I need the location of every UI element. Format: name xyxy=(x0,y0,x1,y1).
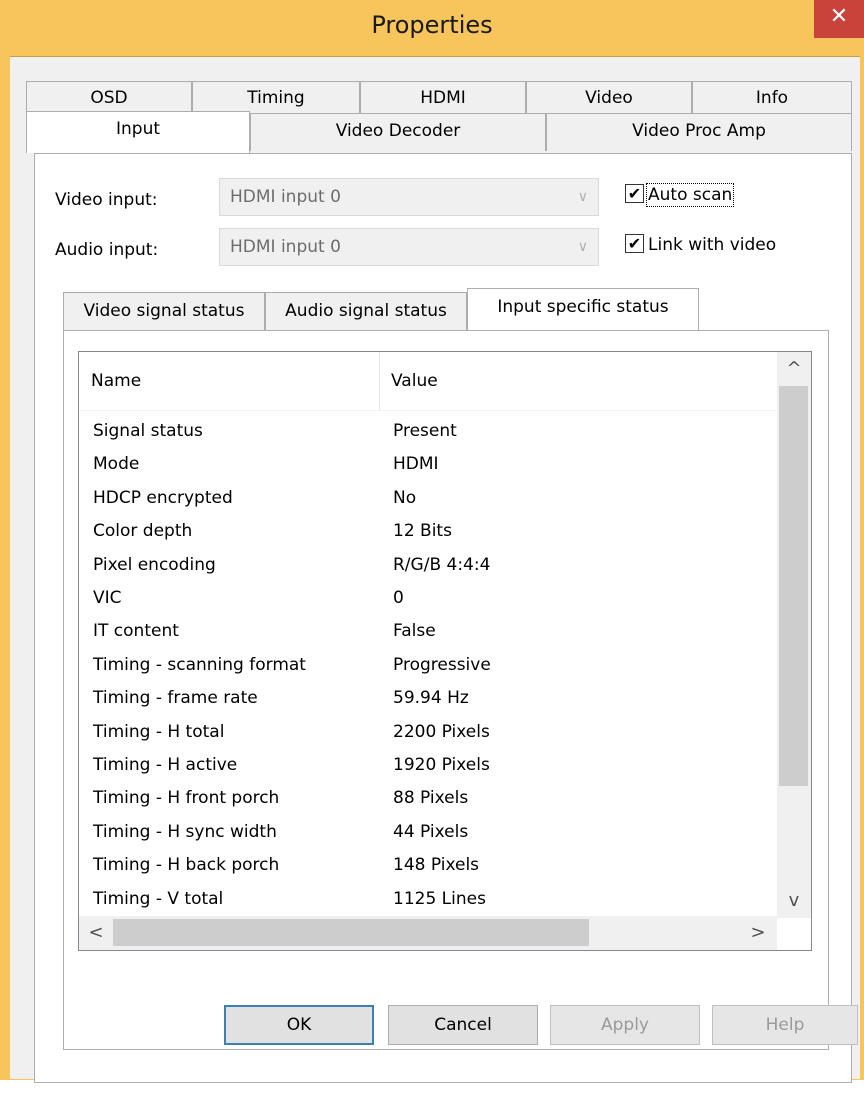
list-item[interactable]: HDCP encrypted No xyxy=(79,481,779,515)
list-item[interactable]: IT content False xyxy=(79,614,779,648)
list-item[interactable]: VIC 0 xyxy=(79,581,779,615)
row-name: Timing - H sync width xyxy=(93,821,277,842)
ok-button[interactable]: OK xyxy=(224,1005,374,1045)
list-item[interactable]: Color depth 12 Bits xyxy=(79,514,779,548)
vertical-scrollbar[interactable]: ^ v xyxy=(777,352,811,918)
row-name: Timing - H back porch xyxy=(93,855,280,876)
checkbox-check-icon: ✔ xyxy=(625,233,644,253)
list-item[interactable]: Timing - V total 1125 Lines xyxy=(79,882,779,916)
link-with-video-label: Link with video xyxy=(648,235,777,255)
scroll-right-icon[interactable]: > xyxy=(741,916,775,950)
row-value: 0 xyxy=(393,588,404,608)
close-icon[interactable]: ✕ xyxy=(814,0,864,38)
apply-button[interactable]: Apply xyxy=(550,1005,700,1045)
tab-osd[interactable]: OSD xyxy=(26,81,192,113)
tab-info[interactable]: Info xyxy=(692,81,852,113)
row-value: 88 Pixels xyxy=(393,788,469,809)
row-value: 1920 Pixels xyxy=(393,755,490,775)
list-header: Name Value xyxy=(79,352,779,411)
audio-input-select[interactable]: HDMI input 0 ∨ xyxy=(219,228,599,266)
checkbox-check-icon: ✔ xyxy=(625,183,644,203)
tab-video-signal-status[interactable]: Video signal status xyxy=(63,292,265,330)
scroll-up-icon[interactable]: ^ xyxy=(777,354,811,384)
list-item[interactable]: Timing - H sync width 44 Pixels xyxy=(79,815,779,849)
row-name: HDCP encrypted xyxy=(93,487,233,508)
column-header-name[interactable]: Name xyxy=(79,352,379,410)
list-item[interactable]: Timing - scanning format Progressive xyxy=(79,648,779,682)
chevron-down-icon: ∨ xyxy=(577,189,588,205)
list-item[interactable]: Pixel encoding R/G/B 4:4:4 xyxy=(79,548,779,582)
list-item[interactable]: Mode HDMI xyxy=(79,447,779,481)
tab-input-specific-status[interactable]: Input specific status xyxy=(467,288,699,330)
row-value: Present xyxy=(393,421,457,441)
vertical-scroll-thumb[interactable] xyxy=(779,386,808,786)
row-value: R/G/B 4:4:4 xyxy=(393,554,491,575)
tab-video-decoder[interactable]: Video Decoder xyxy=(250,113,546,151)
input-tab-panel: Video input: HDMI input 0 ∨ ✔ Auto scan A… xyxy=(34,153,852,1083)
status-list[interactable]: Name Value Signal status Present Mode HDMI H… xyxy=(78,351,812,951)
list-item[interactable]: Timing - H back porch 148 Pixels xyxy=(79,848,779,882)
list-item[interactable]: Timing - H front porch 88 Pixels xyxy=(79,781,779,815)
row-value: 1125 Lines xyxy=(393,888,486,909)
row-value: 2200 Pixels xyxy=(393,721,490,742)
row-name: Timing - H total xyxy=(93,721,225,742)
row-name: Timing - frame rate xyxy=(93,688,258,709)
scroll-down-icon[interactable]: v xyxy=(777,886,811,916)
tab-video[interactable]: Video xyxy=(526,81,692,113)
auto-scan-label: Auto scan xyxy=(645,183,735,207)
row-name: VIC xyxy=(93,588,122,608)
row-name: Color depth xyxy=(93,521,193,542)
audio-input-value: HDMI input 0 xyxy=(230,237,341,257)
row-name: Signal status xyxy=(93,421,203,441)
row-value: Progressive xyxy=(393,654,491,675)
link-with-video-checkbox[interactable]: ✔ Link with video xyxy=(625,232,776,258)
row-value: False xyxy=(393,621,436,642)
horizontal-scrollbar[interactable]: < > xyxy=(79,916,777,950)
tab-row-2: Input Video Decoder Video Proc Amp xyxy=(10,111,860,153)
chevron-down-icon: ∨ xyxy=(577,239,588,255)
list-item[interactable]: Timing - H total 2200 Pixels xyxy=(79,715,779,749)
row-name: Timing - H front porch xyxy=(93,788,280,809)
properties-window: Properties ✕ OSD Timing HDMI Video Info … xyxy=(0,0,864,1083)
tab-row-1: OSD Timing HDMI Video Info xyxy=(10,81,860,113)
dialog-client-area: OSD Timing HDMI Video Info Input Video D… xyxy=(10,56,860,1083)
list-item[interactable]: Signal status Present xyxy=(79,414,779,448)
row-value: HDMI xyxy=(393,454,439,475)
horizontal-scroll-thumb[interactable] xyxy=(113,919,589,946)
list-item[interactable]: Timing - H active 1920 Pixels xyxy=(79,748,779,782)
window-title: Properties xyxy=(371,11,493,39)
row-value: 12 Bits xyxy=(393,521,452,542)
row-value: 59.94 Hz xyxy=(393,688,469,709)
row-name: Timing - scanning format xyxy=(93,654,306,675)
row-name: Mode xyxy=(93,454,140,475)
input-specific-status-panel: Name Value Signal status Present Mode HDMI H… xyxy=(63,330,829,1050)
row-value: 44 Pixels xyxy=(393,821,469,842)
row-name: Pixel encoding xyxy=(93,554,216,575)
video-input-label: Video input: xyxy=(55,190,158,210)
auto-scan-checkbox[interactable]: ✔ Auto scan xyxy=(625,182,735,208)
help-button[interactable]: Help xyxy=(712,1005,858,1045)
row-name: Timing - V total xyxy=(93,888,224,909)
list-item[interactable]: Timing - frame rate 59.94 Hz xyxy=(79,681,779,715)
tab-hdmi[interactable]: HDMI xyxy=(360,81,526,113)
column-header-value[interactable]: Value xyxy=(379,352,769,410)
row-name: Timing - H active xyxy=(93,755,238,775)
row-value: No xyxy=(393,487,417,508)
video-input-value: HDMI input 0 xyxy=(230,187,341,207)
tab-audio-signal-status[interactable]: Audio signal status xyxy=(265,292,467,330)
tab-input[interactable]: Input xyxy=(26,111,250,153)
tab-video-proc-amp[interactable]: Video Proc Amp xyxy=(546,113,852,151)
scroll-left-icon[interactable]: < xyxy=(79,916,113,950)
audio-input-label: Audio input: xyxy=(55,240,159,260)
row-name: IT content xyxy=(93,621,179,642)
tab-timing[interactable]: Timing xyxy=(192,81,360,113)
video-input-select[interactable]: HDMI input 0 ∨ xyxy=(219,178,599,216)
cancel-button[interactable]: Cancel xyxy=(388,1005,538,1045)
row-value: 148 Pixels xyxy=(393,855,480,876)
